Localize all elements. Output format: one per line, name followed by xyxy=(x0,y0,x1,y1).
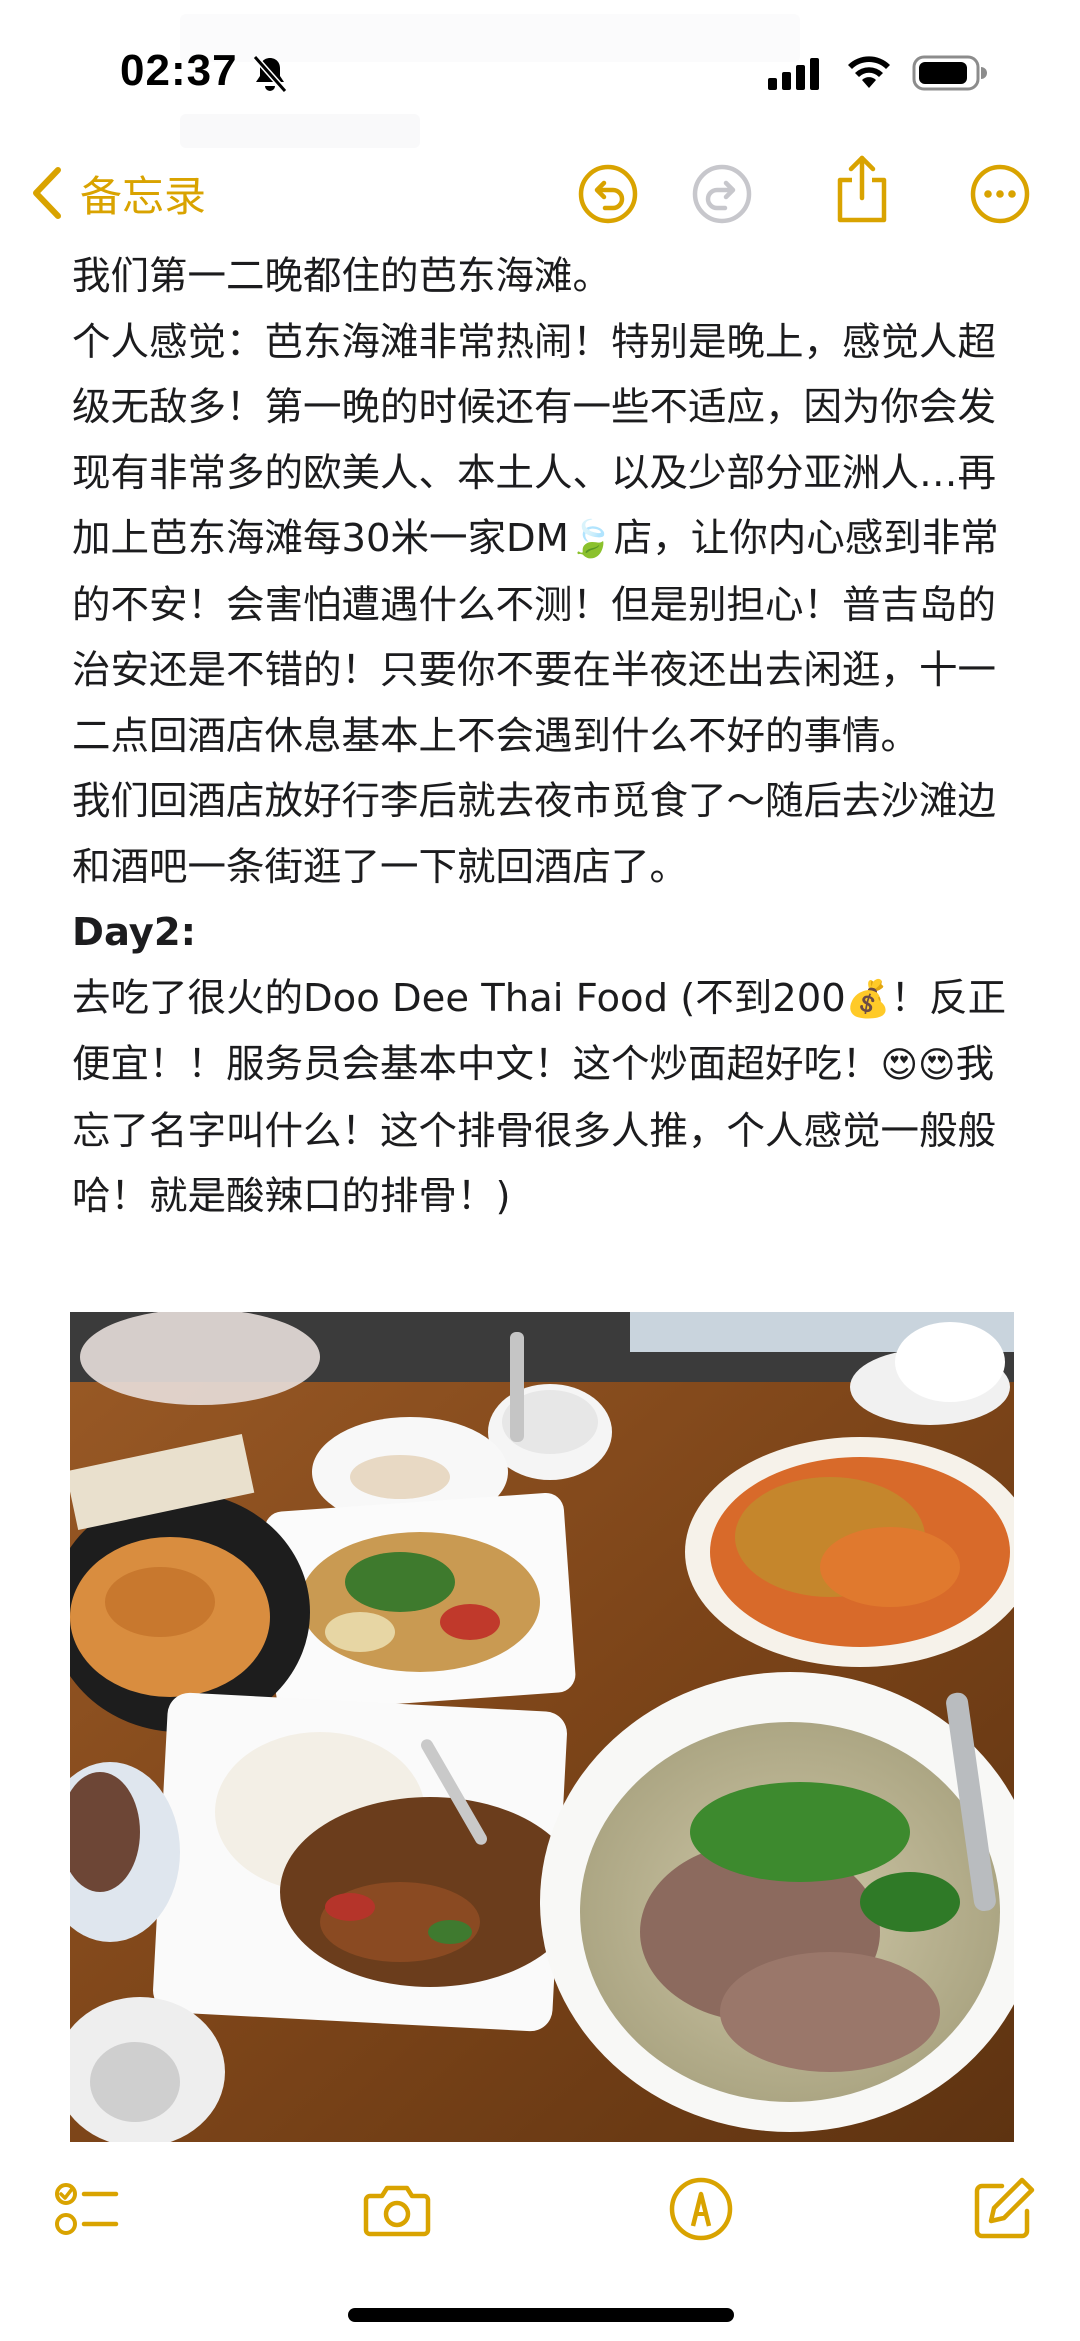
day-heading: Day2: xyxy=(72,910,197,955)
note-paragraph: 个人感觉：芭东海滩非常热闹！特别是晚上，感觉人超级无敌多！第一晚的时候还有一些不… xyxy=(72,310,1032,770)
redo-icon xyxy=(692,164,752,224)
leaf-emoji: 🍃 xyxy=(568,519,614,560)
notes-screen: 02:37 备忘录 我们第一二晚都住的芭东海滩。 个人感觉：芭东海滩非常热闹！特… xyxy=(0,0,1080,2341)
heart-eyes-emoji: 😍😍 xyxy=(880,1045,956,1086)
more-icon xyxy=(970,164,1030,224)
chevron-left-icon xyxy=(33,167,61,219)
clock: 02:37 xyxy=(120,46,238,95)
compose-icon xyxy=(974,2177,1035,2239)
note-body[interactable]: 我们第一二晚都住的芭东海滩。 个人感觉：芭东海滩非常热闹！特别是晚上，感觉人超级… xyxy=(72,244,1032,1230)
status-bar: 02:37 xyxy=(0,40,1080,110)
undo-icon xyxy=(578,164,638,224)
back-button[interactable]: 备忘录 xyxy=(30,158,206,228)
undo-button[interactable] xyxy=(576,162,640,226)
checklist-icon xyxy=(55,2183,119,2235)
note-paragraph: 去吃了很火的Doo Dee Thai Food (不到200💰！反正便宜！！服务… xyxy=(72,966,1032,1230)
bottom-toolbar xyxy=(0,2160,1080,2260)
money-bag-emoji: 💰 xyxy=(845,978,891,1020)
markup-pen-icon xyxy=(669,2177,733,2241)
redo-button[interactable] xyxy=(690,162,754,226)
checklist-button[interactable] xyxy=(52,2174,122,2244)
note-photo[interactable] xyxy=(70,1312,1014,2142)
markup-button[interactable] xyxy=(666,2174,736,2244)
battery-icon xyxy=(912,55,987,91)
food-table-illustration xyxy=(70,1312,1014,2142)
note-paragraph: 我们第一二晚都住的芭东海滩。 xyxy=(72,254,612,299)
share-icon xyxy=(837,155,887,223)
compose-button[interactable] xyxy=(968,2174,1038,2244)
share-button[interactable] xyxy=(830,154,894,226)
note-text: 去吃了很火的Doo Dee Thai Food (不到200 xyxy=(72,975,846,1021)
more-button[interactable] xyxy=(968,162,1032,226)
nav-bar: 备忘录 xyxy=(0,150,1080,240)
bell-off-icon xyxy=(252,55,288,93)
wifi-icon xyxy=(848,56,890,88)
camera-icon xyxy=(363,2185,431,2237)
camera-button[interactable] xyxy=(362,2174,432,2244)
back-label: 备忘录 xyxy=(80,171,207,221)
note-paragraph: 我们回酒店放好行李后就去夜市觅食了～随后去沙滩边和酒吧一条街逛了一下就回酒店了。 xyxy=(72,779,997,890)
home-indicator[interactable] xyxy=(348,2308,734,2322)
cellular-signal-icon xyxy=(768,58,819,90)
